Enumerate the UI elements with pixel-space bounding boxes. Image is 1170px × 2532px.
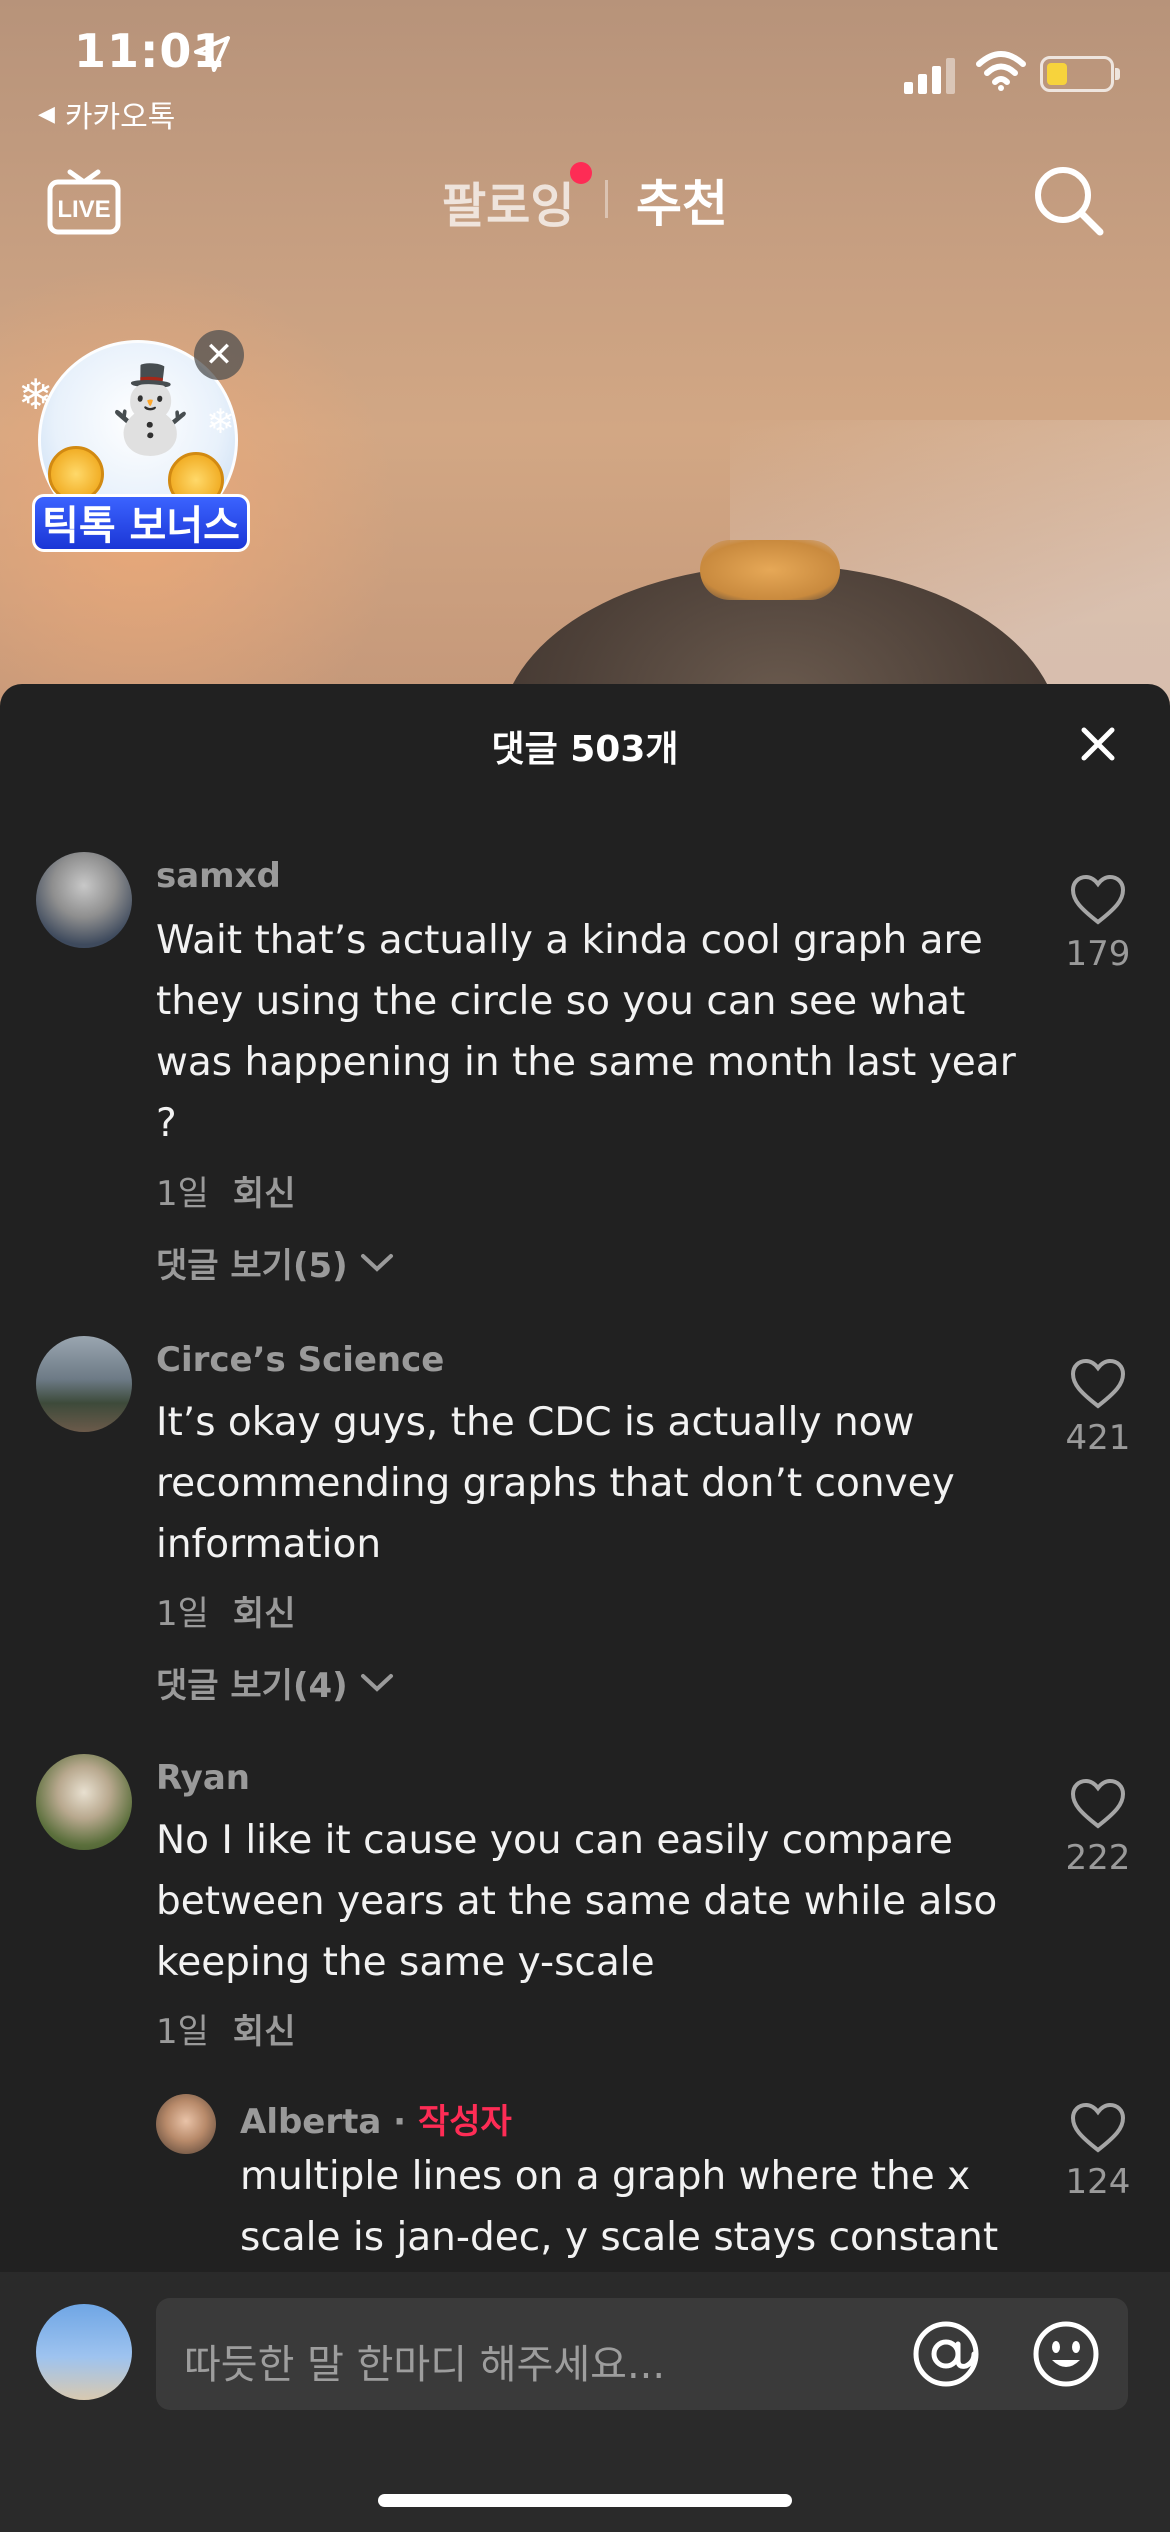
back-app-label: 카카오톡 (64, 100, 176, 135)
heart-icon (1070, 1358, 1126, 1409)
comment-text: Wait that’s actually a kinda cool graph … (156, 918, 1016, 1146)
chevron-down-icon (360, 1253, 393, 1272)
notification-dot (570, 162, 592, 184)
like-button[interactable]: 421 (1060, 1358, 1136, 1458)
back-triangle-icon: ◀ (38, 101, 55, 127)
view-replies-button[interactable]: 댓글 보기(4) (156, 1658, 394, 1707)
like-button[interactable]: 222 (1060, 1778, 1136, 1878)
comment-username[interactable]: Ryan (156, 1758, 250, 1798)
avatar[interactable] (36, 1754, 132, 1850)
signal-icon (904, 58, 955, 94)
close-icon[interactable] (1076, 722, 1120, 766)
heart-icon (1070, 2102, 1126, 2153)
like-count: 222 (1065, 1838, 1131, 1878)
at-icon[interactable] (912, 2320, 980, 2388)
like-count: 421 (1065, 1418, 1131, 1458)
chevron-down-icon (360, 1673, 393, 1692)
tab-following[interactable]: 팔로잉 (442, 166, 574, 236)
comments-count-title: 댓글 503개 (491, 729, 679, 770)
wifi-icon (976, 51, 1026, 91)
bonus-label: 틱톡 보너스 (32, 494, 250, 552)
avatar[interactable] (36, 852, 132, 948)
video-hair-clip (700, 540, 840, 600)
comment-meta: 1일 회신 (156, 1586, 295, 1635)
battery-nub (1115, 68, 1120, 80)
like-button[interactable]: 124 (1060, 2102, 1136, 2202)
comment-text: No I like it cause you can easily compar… (156, 1818, 998, 1985)
location-arrow-icon (194, 36, 230, 72)
name-separator: · (381, 2102, 418, 2142)
view-replies-label: 댓글 보기(5) (156, 1246, 348, 1286)
tab-divider (605, 180, 608, 218)
author-badge: 작성자 (417, 2102, 512, 2142)
comment-text: It’s okay guys, the CDC is actually now … (156, 1400, 955, 1567)
back-to-app-button[interactable]: ◀ 카카오톡 (38, 92, 175, 136)
like-button[interactable]: 179 (1060, 874, 1136, 974)
heart-icon (1070, 874, 1126, 925)
snowflake-icon: ❄ (206, 402, 235, 442)
comment-text: multiple lines on a graph where the x sc… (240, 2154, 999, 2260)
comment-username[interactable]: Alberta (240, 2102, 381, 2142)
battery-icon (1040, 56, 1120, 92)
avatar[interactable] (36, 1336, 132, 1432)
comment-age: 1일 (156, 1594, 209, 1634)
comment-username[interactable]: Circe’s Science (156, 1340, 444, 1380)
view-replies-label: 댓글 보기(4) (156, 1666, 348, 1706)
snowflake-icon: ❄ (18, 370, 54, 419)
comment-input-bar: 따듯한 말 한마디 해주세요... (0, 2272, 1170, 2532)
comment-age: 1일 (156, 1174, 209, 1214)
comment-meta: 1일 회신 (156, 2004, 295, 2053)
tiktok-bonus-widget[interactable]: ⛄ ❄ ❄ 틱톡 보너스 ✕ (18, 330, 258, 560)
avatar[interactable] (36, 2304, 132, 2400)
home-indicator[interactable] (378, 2494, 792, 2507)
like-count: 124 (1065, 2162, 1131, 2202)
comment-username[interactable]: samxd (156, 856, 281, 896)
tab-for-you[interactable]: 추천 (636, 164, 728, 236)
comment-age: 1일 (156, 2012, 209, 2052)
reply-button[interactable]: 회신 (233, 2012, 296, 2052)
avatar[interactable] (156, 2094, 216, 2154)
comment-input[interactable]: 따듯한 말 한마디 해주세요... (156, 2298, 1128, 2410)
bonus-close-button[interactable]: ✕ (194, 330, 244, 380)
snowman-icon: ⛄ (98, 360, 203, 458)
comment-meta: 1일 회신 (156, 1166, 295, 1215)
search-icon[interactable] (1030, 162, 1106, 238)
reply-button[interactable]: 회신 (233, 1174, 296, 1214)
view-replies-button[interactable]: 댓글 보기(5) (156, 1238, 394, 1287)
heart-icon (1070, 1778, 1126, 1829)
like-count: 179 (1065, 934, 1131, 974)
status-bar: 11:01 ◀ 카카오톡 (0, 0, 1170, 140)
reply-username-line: Alberta · 작성자 (240, 2094, 512, 2143)
feed-tabs: 팔로잉 추천 (0, 158, 1170, 238)
battery-level (1047, 63, 1067, 85)
comment-input-placeholder: 따듯한 말 한마디 해주세요... (184, 2342, 666, 2388)
comments-sheet: 댓글 503개 samxd Wait that’s actually a kin… (0, 684, 1170, 2532)
reply-button[interactable]: 회신 (233, 1594, 296, 1634)
emoji-icon[interactable] (1032, 2320, 1100, 2388)
